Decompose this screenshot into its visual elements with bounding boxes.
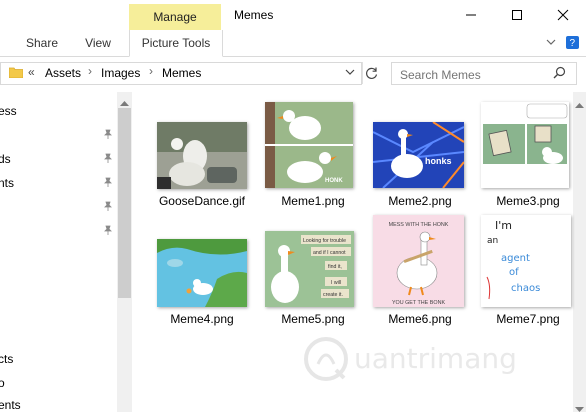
folder-icon bbox=[8, 66, 24, 81]
tab-manage[interactable]: Manage bbox=[129, 4, 221, 30]
breadcrumb-separator-icon: › bbox=[149, 64, 153, 78]
meme5-text-line: find it, bbox=[328, 264, 342, 270]
maximize-icon bbox=[512, 10, 522, 20]
file-name: Meme6.png bbox=[388, 312, 452, 326]
maximize-button[interactable] bbox=[494, 0, 540, 30]
watermark-text: uantrimang bbox=[354, 342, 517, 375]
meme5-text-line: create it. bbox=[323, 292, 343, 298]
search-icon[interactable] bbox=[553, 66, 566, 82]
breadcrumb-assets[interactable]: Assets bbox=[45, 66, 81, 80]
file-name: Meme1.png bbox=[281, 194, 345, 208]
file-item[interactable]: Meme3.png bbox=[472, 100, 584, 212]
navigation-pane bbox=[0, 92, 132, 412]
honks-caption: honks bbox=[425, 156, 452, 166]
help-button[interactable]: ? bbox=[566, 36, 579, 49]
meme5-text-line: I will bbox=[331, 280, 341, 286]
file-name: Meme2.png bbox=[388, 194, 452, 208]
tab-view[interactable]: View bbox=[76, 30, 120, 56]
nav-item-label[interactable]: ds bbox=[0, 152, 11, 166]
search-input[interactable] bbox=[398, 64, 552, 85]
honk-caption: HONK bbox=[325, 178, 343, 184]
nav-item-label[interactable]: nts bbox=[0, 176, 14, 190]
pin-icon[interactable] bbox=[103, 176, 113, 187]
meme6-top-text: MESS WITH THE HONK bbox=[389, 222, 449, 228]
nav-item-label[interactable]: cts bbox=[0, 352, 13, 366]
close-button[interactable] bbox=[540, 0, 586, 30]
tab-share[interactable]: Share bbox=[20, 30, 64, 56]
chevron-down-icon bbox=[345, 69, 355, 75]
meme6-bottom-text: YOU GET THE BONK bbox=[392, 300, 446, 306]
file-thumbnail: HONK bbox=[265, 102, 353, 188]
file-name: Meme4.png bbox=[170, 312, 234, 326]
meme7-text-line: an bbox=[487, 236, 498, 246]
watermark: uantrimang bbox=[300, 334, 552, 384]
window-title: Memes bbox=[234, 8, 274, 22]
file-thumbnail: MESS WITH THE HONK YOU GET THE BONK bbox=[373, 215, 464, 307]
file-item[interactable]: HONK Meme1.png bbox=[257, 100, 369, 212]
nav-item-label[interactable]: ents bbox=[0, 398, 21, 412]
file-thumbnail: Looking for trouble and if I cannot find… bbox=[265, 231, 354, 307]
meme5-text-line: and if I cannot bbox=[313, 250, 346, 256]
svg-text:?: ? bbox=[570, 38, 576, 49]
file-name: Meme7.png bbox=[496, 312, 560, 326]
minimize-icon bbox=[466, 14, 476, 16]
close-icon bbox=[557, 9, 569, 21]
nav-item-label[interactable]: ess bbox=[0, 104, 17, 118]
scroll-down-icon[interactable] bbox=[575, 402, 584, 416]
file-name: Meme5.png bbox=[281, 312, 345, 326]
pin-icon[interactable] bbox=[103, 152, 113, 163]
refresh-button[interactable] bbox=[362, 62, 379, 84]
breadcrumb-separator-icon: › bbox=[88, 64, 92, 78]
file-item[interactable]: MESS WITH THE HONK YOU GET THE BONK Meme… bbox=[364, 215, 476, 330]
file-thumbnail bbox=[157, 122, 247, 189]
file-name: Meme3.png bbox=[496, 194, 560, 208]
help-icon: ? bbox=[570, 38, 576, 49]
refresh-icon bbox=[366, 67, 378, 79]
minimize-button[interactable] bbox=[448, 0, 494, 30]
file-item[interactable]: honks Meme2.png bbox=[364, 100, 476, 212]
chevron-down-icon bbox=[546, 39, 556, 45]
breadcrumb-memes[interactable]: Memes bbox=[162, 66, 201, 80]
nav-item-label[interactable]: o bbox=[0, 376, 5, 390]
meme7-text-line: of bbox=[509, 267, 519, 278]
file-item[interactable]: GooseDance.gif bbox=[146, 100, 258, 212]
pin-icon[interactable] bbox=[103, 128, 113, 139]
meme5-text-line: Looking for trouble bbox=[303, 238, 346, 244]
file-item[interactable]: Looking for trouble and if I cannot find… bbox=[257, 218, 369, 330]
meme7-text-line: agent bbox=[501, 253, 530, 264]
expand-ribbon-button[interactable] bbox=[545, 36, 557, 51]
scroll-up-icon[interactable] bbox=[120, 95, 129, 109]
watermark-logo: uantrimang bbox=[304, 337, 517, 381]
breadcrumb-images[interactable]: Images bbox=[101, 66, 140, 80]
pin-icon[interactable] bbox=[103, 200, 113, 211]
file-item[interactable]: Meme4.png bbox=[146, 218, 258, 330]
file-name: GooseDance.gif bbox=[158, 194, 246, 208]
nav-scrollbar-thumb[interactable] bbox=[118, 108, 131, 298]
search-field[interactable] bbox=[391, 62, 577, 85]
meme7-text-line: chaos bbox=[511, 283, 540, 294]
meme7-text-line: I'm bbox=[495, 219, 512, 232]
file-thumbnail bbox=[481, 102, 569, 188]
file-thumbnail: honks bbox=[373, 122, 464, 188]
file-thumbnail: I'm an agent of chaos bbox=[481, 215, 571, 307]
file-item[interactable]: I'm an agent of chaos Meme7.png bbox=[472, 215, 584, 330]
address-dropdown-button[interactable] bbox=[345, 66, 355, 80]
breadcrumb-overflow[interactable]: « bbox=[28, 65, 35, 79]
pin-icon[interactable] bbox=[103, 224, 113, 235]
file-thumbnail bbox=[157, 239, 247, 307]
tab-picture-tools[interactable]: Picture Tools bbox=[129, 30, 223, 57]
